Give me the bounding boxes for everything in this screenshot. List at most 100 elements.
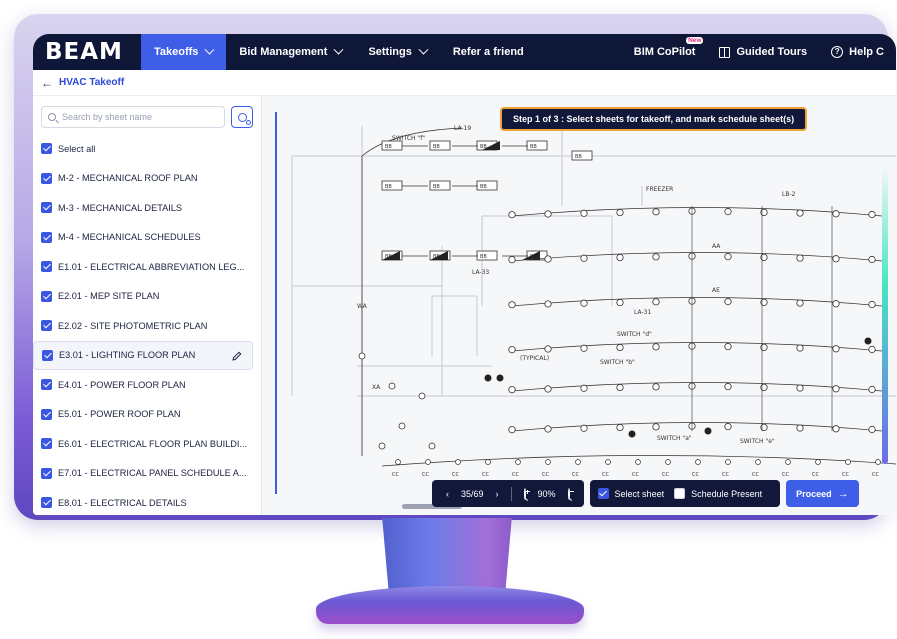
- plan-label: CC: [722, 472, 729, 478]
- arrow-left-icon[interactable]: ←: [41, 76, 53, 90]
- plan-fixture: [832, 300, 840, 308]
- sheet-label: M-4 - MECHANICAL SCHEDULES: [58, 232, 201, 243]
- viewer-toolbar: ‹ 35/69 › 90% Select sheet Schedule Pres…: [432, 480, 859, 507]
- plan-fixture: [508, 301, 516, 309]
- sheet-checkbox[interactable]: [41, 172, 52, 184]
- sheet-label: E8.01 - ELECTRICAL DETAILS: [58, 497, 187, 508]
- plan-fixture: [652, 298, 660, 306]
- plan-fixture: [724, 298, 732, 306]
- plan-label: CC: [542, 472, 549, 478]
- plan-fixture: [580, 344, 588, 352]
- select-all-row[interactable]: Select all: [41, 134, 253, 164]
- sheet-list-item[interactable]: E5.01 - POWER ROOF PLAN: [41, 400, 253, 430]
- sheet-list-item[interactable]: E6.01 - ELECTRICAL FLOOR PLAN BUILDI...: [41, 429, 253, 459]
- prev-page-button[interactable]: ‹: [440, 489, 455, 499]
- help-link[interactable]: ? Help C: [819, 34, 896, 70]
- nav-bid-management[interactable]: Bid Management: [226, 34, 355, 70]
- chevron-down-icon: [333, 44, 344, 55]
- guided-tours-link[interactable]: Guided Tours: [707, 34, 819, 70]
- select-sheet-checkbox[interactable]: [597, 488, 609, 499]
- sheet-checkbox[interactable]: [41, 261, 52, 273]
- search-input[interactable]: [62, 112, 212, 122]
- sheet-label: E3.01 - LIGHTING FLOOR PLAN: [59, 350, 196, 361]
- plan-fixture: [580, 424, 588, 432]
- filter-button[interactable]: [231, 106, 253, 128]
- sheet-list-item[interactable]: E2.01 - MEP SITE PLAN: [41, 282, 253, 312]
- plan-fixture: [724, 208, 732, 216]
- sheet-checkbox[interactable]: [41, 231, 52, 243]
- plan-fixture: [418, 392, 426, 400]
- nav-settings[interactable]: Settings: [355, 34, 439, 70]
- sheet-checkbox[interactable]: [41, 290, 52, 302]
- sheet-list-item[interactable]: M-2 - MECHANICAL ROOF PLAN: [41, 164, 253, 194]
- sheet-list-item[interactable]: E3.01 - LIGHTING FLOOR PLAN: [33, 340, 253, 370]
- schedule-present-checkbox[interactable]: [674, 488, 686, 499]
- sheet-list-item[interactable]: E7.01 - ELECTRICAL PANEL SCHEDULE A...: [41, 459, 253, 489]
- plan-fixture: [796, 344, 804, 352]
- plan-fixture: [845, 459, 851, 465]
- schedule-present-option[interactable]: Schedule Present: [674, 488, 762, 499]
- nav-refer-a-friend[interactable]: Refer a friend: [440, 34, 537, 70]
- plan-fixture: [616, 423, 624, 432]
- plan-label: CC: [392, 472, 399, 478]
- plan-fixture: [508, 256, 516, 264]
- plan-fixture: [580, 254, 588, 262]
- help-icon: ?: [831, 46, 844, 58]
- select-all-label: Select all: [58, 143, 96, 154]
- sheet-list-item[interactable]: E8.01 - ELECTRICAL DETAILS: [41, 488, 253, 515]
- sheet-checkbox[interactable]: [42, 349, 53, 361]
- plan-fixture: [868, 345, 876, 354]
- select-all-checkbox[interactable]: [41, 143, 52, 155]
- plan-label: LA-19: [454, 125, 471, 132]
- sheet-list-item[interactable]: E2.02 - SITE PHOTOMETRIC PLAN: [41, 311, 253, 341]
- sheet-checkbox[interactable]: [41, 379, 52, 391]
- sheet-list-item[interactable]: M-4 - MECHANICAL SCHEDULES: [41, 223, 253, 253]
- sheet-list-item[interactable]: M-3 - MECHANICAL DETAILS: [41, 193, 253, 223]
- plan-label: CC: [842, 472, 849, 478]
- pencil-edit-icon[interactable]: [232, 351, 242, 361]
- plan-label: FREEZER: [646, 186, 673, 193]
- plan-fixture: [755, 459, 761, 465]
- zoom-out-icon: [567, 487, 574, 500]
- nav-takeoffs[interactable]: Takeoffs: [141, 34, 227, 70]
- beam-logo[interactable]: BEAM: [33, 39, 141, 65]
- nav-refer-label: Refer a friend: [452, 46, 524, 58]
- vertical-scroll-indicator[interactable]: [275, 112, 277, 494]
- sheet-checkbox[interactable]: [41, 497, 52, 509]
- zoom-out-button[interactable]: [562, 487, 576, 500]
- plan-fixture: [388, 382, 396, 390]
- plan-label: SWITCH "f": [392, 135, 425, 142]
- next-page-button[interactable]: ›: [490, 489, 505, 499]
- plan-fixture: [544, 210, 552, 218]
- book-icon: [719, 46, 731, 58]
- proceed-button[interactable]: Proceed →: [786, 480, 859, 507]
- plan-fixture: [616, 298, 624, 307]
- breadcrumb-title[interactable]: HVAC Takeoff: [59, 77, 124, 88]
- bim-copilot-link[interactable]: BIM CoPilot New: [622, 34, 708, 70]
- plan-label: AA: [712, 243, 721, 250]
- sheet-list-item[interactable]: E4.01 - POWER FLOOR PLAN: [41, 370, 253, 400]
- help-label: Help C: [849, 46, 884, 58]
- sheet-label: E7.01 - ELECTRICAL PANEL SCHEDULE A...: [58, 468, 247, 479]
- plan-label: CC: [812, 472, 819, 478]
- search-field[interactable]: [41, 106, 226, 128]
- zoom-in-button[interactable]: [518, 487, 532, 500]
- monitor-stand-neck: [382, 518, 512, 592]
- drawing-viewer[interactable]: BBBBBBBBBBBBBBBBBBBBBBBBCCCCCCCCCCCCCCCC…: [262, 96, 896, 515]
- plan-fixture: [395, 459, 401, 465]
- sheet-checkbox[interactable]: [41, 320, 52, 332]
- sheet-checkbox[interactable]: [41, 408, 52, 420]
- select-sheet-option[interactable]: Select sheet: [597, 488, 664, 499]
- plan-fixture: [455, 459, 461, 465]
- plan-label: CC: [872, 472, 879, 478]
- sheet-checkbox[interactable]: [41, 202, 52, 214]
- plan-fixture: [832, 425, 840, 433]
- plan-fixture: [665, 459, 671, 465]
- plan-label: CC: [662, 472, 669, 478]
- plan-fixture: [616, 208, 624, 217]
- sheet-list-item[interactable]: E1.01 - ELECTRICAL ABBREVIATION LEG...: [41, 252, 253, 282]
- plan-fixture: [616, 383, 624, 392]
- plan-fixture-dark: [484, 374, 492, 382]
- sheet-checkbox[interactable]: [41, 438, 52, 450]
- sheet-checkbox[interactable]: [41, 467, 52, 479]
